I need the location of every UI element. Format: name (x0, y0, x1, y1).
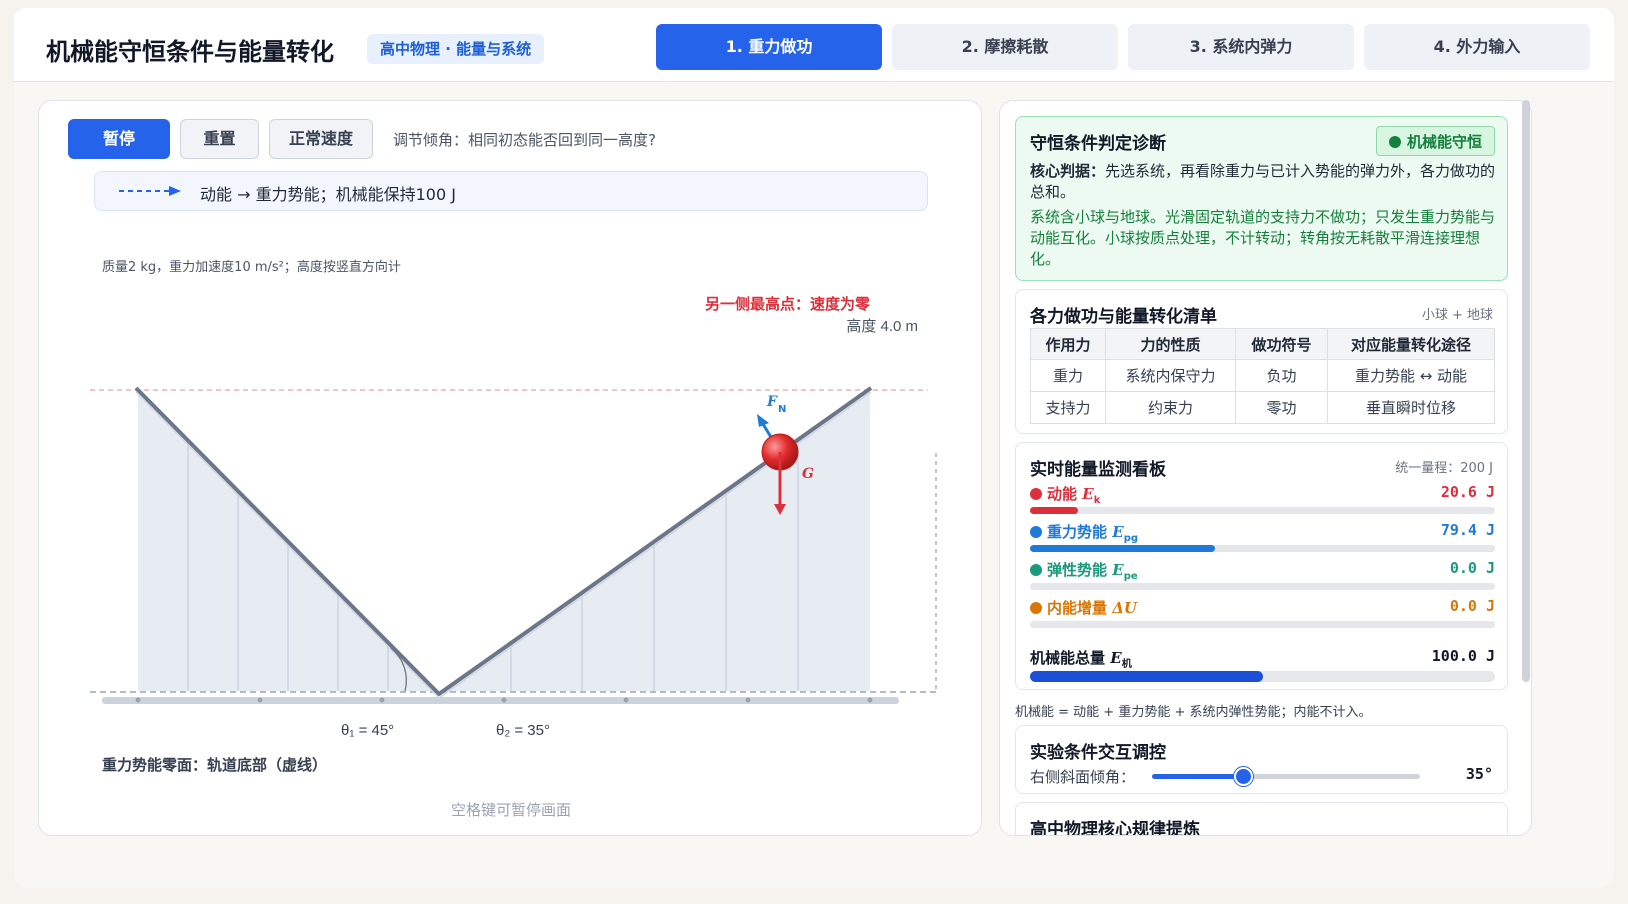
tab-gravity-work[interactable]: 1. 重力做功 (656, 24, 882, 70)
elastic-pe-subscript: pe (1123, 571, 1138, 582)
status-badge: 机械能守恒 (1375, 126, 1495, 156)
energy-card: 实时能量监测看板 统一量程：200 J 动能 Ek 20.6 J 重力势能 Ep… (1015, 442, 1508, 690)
diagnosis-core: 核心判据：先选系统，再看除重力与已计入势能的弹力外，各力做功的总和。 (1030, 161, 1500, 203)
gravity-pe-label: 重力势能 (1047, 523, 1108, 541)
total-energy-symbol: E (1110, 649, 1122, 667)
elastic-pe-bar-track (1030, 583, 1495, 590)
table-cell: 垂直瞬时位移 (1327, 391, 1495, 424)
simulation-panel: 暂停 重置 正常速度 调节倾角：相同初态能否回到同一高度? 动能 → 重力势能；… (38, 100, 982, 836)
work-table: 作用力 力的性质 做功符号 对应能量转化途径 重力 系统内保守力 负功 重力势能… (1030, 328, 1495, 424)
internal-energy-symbol: ΔU (1112, 599, 1137, 617)
total-energy-bar-fill (1030, 671, 1263, 682)
angle-left-label: θ₁ = 45° (341, 722, 394, 739)
table-cell: 重力 (1030, 359, 1106, 392)
table-header: 做功符号 (1235, 328, 1328, 360)
internal-energy-bar-track (1030, 621, 1495, 628)
gravity-label: G (802, 466, 814, 482)
tab-elastic[interactable]: 3. 系统内弹力 (1128, 24, 1354, 70)
energy-title: 实时能量监测看板 (1030, 460, 1166, 480)
gravity-pe-bar-fill (1030, 545, 1215, 552)
table-cell: 支持力 (1030, 391, 1106, 424)
gravity-pe-bar-track (1030, 545, 1495, 552)
core-label: 核心判据： (1030, 162, 1106, 180)
height-label: 高度 4.0 m (846, 318, 918, 335)
table-cell: 约束力 (1105, 391, 1236, 424)
kinetic-bar-fill (1030, 507, 1078, 514)
energy-formula-note: 机械能 = 动能 + 重力势能 + 系统内弹性势能；内能不计入。 (1015, 705, 1372, 720)
kinetic-value: 20.6 J (1440, 483, 1495, 501)
panel-scrollbar[interactable] (1522, 100, 1530, 682)
pause-shortcut-hint: 空格键可暂停画面 (450, 801, 571, 819)
diagnosis-detail: 系统含小球与地球。光滑固定轨道的支持力不做功；只发生重力势能与动能互化。小球按质… (1030, 208, 1496, 268)
table-cell: 零功 (1235, 391, 1328, 424)
slider-fill (1152, 774, 1244, 779)
header-bar: 机械能守恒条件与能量转化 高中物理 · 能量与系统 1. 重力做功 2. 摩擦耗… (14, 8, 1614, 82)
law-title: 高中物理核心规律提炼 (1030, 820, 1200, 836)
normal-force-label: F (766, 394, 778, 410)
angle-right-label: θ₂ = 35° (496, 722, 550, 739)
table-row: 重力 系统内保守力 负功 重力势能 ↔ 动能 (1030, 359, 1495, 392)
total-energy-label: 机械能总量 (1030, 649, 1106, 667)
analysis-panel[interactable]: 守恒条件判定诊断 机械能守恒 核心判据：先选系统，再看除重力与已计入势能的弹力外… (999, 100, 1532, 836)
table-header: 对应能量转化途径 (1327, 328, 1495, 360)
kinetic-subscript: k (1093, 495, 1101, 506)
kinetic-symbol: E (1082, 485, 1094, 503)
kinetic-bar-track (1030, 507, 1495, 514)
table-row: 支持力 约束力 零功 垂直瞬时位移 (1030, 391, 1495, 424)
internal-energy-value: 0.0 J (1449, 597, 1495, 615)
status-badge-text: 机械能守恒 (1406, 133, 1482, 151)
slider-thumb[interactable] (1234, 767, 1254, 786)
gravity-pe-symbol: E (1112, 523, 1124, 541)
app-window: 机械能守恒条件与能量转化 高中物理 · 能量与系统 1. 重力做功 2. 摩擦耗… (14, 8, 1614, 888)
law-summary-card: 高中物理核心规律提炼 (1015, 802, 1508, 836)
elastic-pe-symbol: E (1112, 561, 1124, 579)
total-energy-subscript: 机 (1121, 659, 1132, 670)
table-header: 力的性质 (1105, 328, 1236, 360)
slope-angle-value: 35° (1465, 765, 1493, 783)
table-header-row: 作用力 力的性质 做功符号 对应能量转化途径 (1030, 328, 1495, 360)
elastic-pe-label: 弹性势能 (1047, 561, 1108, 579)
experiment-title: 实验条件交互调控 (1030, 743, 1166, 763)
table-cell: 重力势能 ↔ 动能 (1327, 359, 1495, 392)
gravity-pe-dot-icon (1030, 526, 1042, 538)
table-cell: 系统内保守力 (1105, 359, 1236, 392)
energy-scale-meta: 统一量程：200 J (1395, 461, 1493, 476)
internal-energy-dot-icon (1030, 602, 1042, 614)
zero-level-note: 重力势能零面：轨道底部（虚线） (102, 756, 328, 774)
tab-external-force[interactable]: 4. 外力输入 (1364, 24, 1590, 70)
experiment-control-card: 实验条件交互调控 右侧斜面倾角： 35° (1015, 725, 1508, 794)
total-energy-bar-track (1030, 671, 1495, 682)
work-title: 各力做功与能量转化清单 (1030, 307, 1217, 327)
simulation-canvas[interactable]: F N G 另一侧最高点：速度为零 高度 4.0 m θ₁ = 45° θ₂ =… (39, 101, 983, 837)
elastic-pe-value: 0.0 J (1449, 559, 1495, 577)
total-energy-value: 100.0 J (1431, 647, 1495, 665)
slope-angle-label: 右侧斜面倾角： (1030, 768, 1136, 786)
diagnosis-title: 守恒条件判定诊断 (1030, 134, 1166, 154)
elastic-pe-dot-icon (1030, 564, 1042, 576)
diagnosis-card: 守恒条件判定诊断 机械能守恒 核心判据：先选系统，再看除重力与已计入势能的弹力外… (1015, 116, 1508, 281)
kinetic-dot-icon (1030, 488, 1042, 500)
table-cell: 负功 (1235, 359, 1328, 392)
max-point-label: 另一侧最高点：速度为零 (705, 295, 871, 313)
status-dot-icon (1388, 136, 1401, 148)
work-card: 各力做功与能量转化清单 小球 + 地球 作用力 力的性质 做功符号 对应能量转化… (1015, 289, 1508, 434)
normal-force-subscript: N (778, 404, 786, 415)
page-title: 机械能守恒条件与能量转化 (46, 38, 334, 66)
kinetic-label: 动能 (1047, 485, 1078, 503)
tab-friction[interactable]: 2. 摩擦耗散 (892, 24, 1118, 70)
internal-energy-label: 内能增量 (1047, 599, 1108, 617)
subject-badge: 高中物理 · 能量与系统 (367, 34, 545, 64)
gravity-pe-value: 79.4 J (1440, 521, 1495, 539)
gravity-pe-subscript: pg (1123, 533, 1139, 544)
work-system-meta: 小球 + 地球 (1421, 308, 1493, 323)
track-base (102, 697, 899, 704)
scenario-tabs: 1. 重力做功 2. 摩擦耗散 3. 系统内弹力 4. 外力输入 (656, 24, 1590, 70)
slope-angle-slider[interactable] (1152, 767, 1420, 786)
table-header: 作用力 (1030, 328, 1106, 360)
